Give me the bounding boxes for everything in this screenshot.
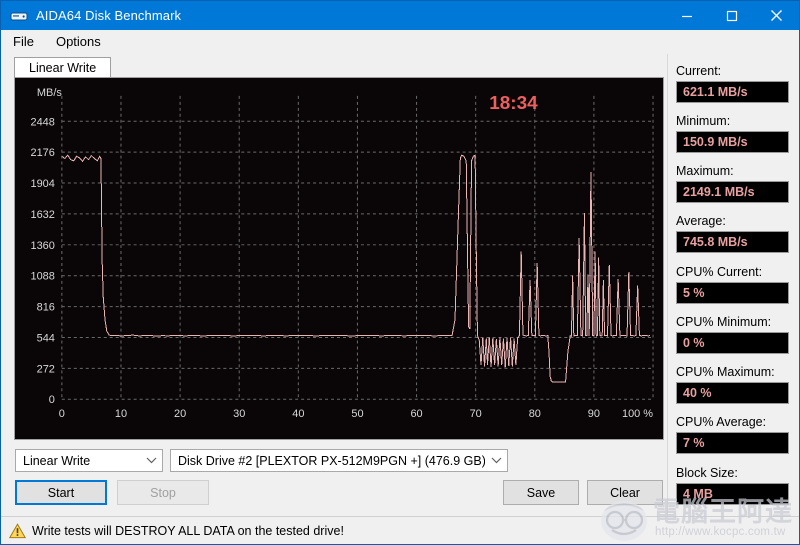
svg-text:0: 0 <box>59 408 65 420</box>
svg-text:90: 90 <box>588 408 600 420</box>
stat-current-box: 621.1 MB/s <box>676 81 789 103</box>
stat-cpu-minimum-box: 0 % <box>676 331 789 354</box>
menu-options[interactable]: Options <box>52 32 113 52</box>
start-button[interactable]: Start <box>15 480 107 505</box>
svg-text:MB/s: MB/s <box>37 87 62 99</box>
drive-select-value: Disk Drive #2 [PLEXTOR PX-512M9PGN +] (4… <box>178 453 486 468</box>
right-button-group: Save Clear <box>503 480 667 505</box>
svg-text:1632: 1632 <box>31 209 55 221</box>
svg-text:60: 60 <box>410 408 422 420</box>
stat-minimum: Minimum: 150.9 MB/s <box>676 114 789 162</box>
svg-text:2176: 2176 <box>31 147 55 159</box>
stat-cpu-current-box: 5 % <box>676 281 789 304</box>
svg-text:0: 0 <box>49 394 55 406</box>
svg-text:816: 816 <box>37 302 55 314</box>
svg-text:100 %: 100 % <box>622 408 653 420</box>
stat-cpu-current: CPU% Current: 5 % <box>676 265 789 313</box>
stat-cpu-average-box: 7 % <box>676 431 789 454</box>
watermark-url: http://www.kocpc.com.tw <box>655 526 786 538</box>
stat-current-label: Current: <box>676 64 722 78</box>
app-window: AIDA64 Disk Benchmark File Options Linea… <box>0 0 800 545</box>
stat-cpu-current-value: 5 % <box>683 285 705 300</box>
svg-text:2448: 2448 <box>31 116 55 128</box>
window-title: AIDA64 Disk Benchmark <box>36 8 182 23</box>
mode-select-value: Linear Write <box>23 453 91 468</box>
stat-cpu-maximum: CPU% Maximum: 40 % <box>676 365 789 413</box>
stat-average: Average: 745.8 MB/s <box>676 214 789 262</box>
stat-average-value: 745.8 MB/s <box>683 235 748 249</box>
stat-cpu-minimum: CPU% Minimum: 0 % <box>676 315 789 363</box>
svg-text:1904: 1904 <box>31 178 55 190</box>
stat-cpu-average: CPU% Average: 7 % <box>676 415 789 463</box>
stat-block-size-label: Block Size: <box>676 466 738 480</box>
benchmark-chart: 0 272 544 816 1088 1360 1632 1904 2176 2448 0 10 20… <box>14 77 664 440</box>
chart-canvas: 0 272 544 816 1088 1360 1632 1904 2176 2448 0 10 20… <box>15 78 663 439</box>
warning-icon <box>8 522 27 539</box>
stat-minimum-label: Minimum: <box>676 114 731 128</box>
stat-cpu-minimum-label: CPU% Minimum: <box>676 314 772 329</box>
stat-block-size-value: 4 MB <box>683 487 713 501</box>
svg-text:30: 30 <box>233 408 245 420</box>
maximize-icon[interactable] <box>709 1 754 30</box>
svg-text:50: 50 <box>351 408 363 420</box>
save-button[interactable]: Save <box>503 480 579 505</box>
status-message: Write tests will DESTROY ALL DATA on the… <box>32 523 344 538</box>
disk-icon <box>7 1 31 30</box>
stat-current-value: 621.1 MB/s <box>683 85 748 99</box>
chevron-down-icon <box>485 457 507 464</box>
mode-select[interactable]: Linear Write <box>15 449 163 472</box>
stat-maximum-box: 2149.1 MB/s <box>676 181 789 203</box>
drive-select[interactable]: Disk Drive #2 [PLEXTOR PX-512M9PGN +] (4… <box>170 449 508 472</box>
stat-maximum: Maximum: 2149.1 MB/s <box>676 164 789 212</box>
stat-cpu-current-label: CPU% Current: <box>676 264 763 279</box>
stat-cpu-maximum-label: CPU% Maximum: <box>676 364 775 379</box>
stat-cpu-average-label: CPU% Average: <box>676 414 767 429</box>
menu-bar: File Options <box>1 30 799 54</box>
stat-minimum-box: 150.9 MB/s <box>676 131 789 153</box>
title-bar: AIDA64 Disk Benchmark <box>1 1 799 30</box>
main-body: Linear Write 0 272 544 816 1088 1360 1632 1904 2… <box>1 54 799 516</box>
tab-strip: Linear Write <box>9 57 667 78</box>
chevron-down-icon <box>140 457 162 464</box>
stat-minimum-value: 150.9 MB/s <box>683 135 748 149</box>
stat-average-box: 745.8 MB/s <box>676 231 789 253</box>
svg-text:1360: 1360 <box>31 240 55 252</box>
selectors-row: Linear Write Disk Drive #2 [PLEXTOR PX-5… <box>15 449 667 472</box>
svg-text:18:34: 18:34 <box>489 93 538 114</box>
action-buttons-row: Start Stop Save Clear <box>15 480 667 505</box>
svg-text:40: 40 <box>292 408 304 420</box>
svg-text:1088: 1088 <box>31 271 55 283</box>
stats-panel: Current: 621.1 MB/s Minimum: 150.9 MB/s … <box>667 54 799 516</box>
stat-block-size: Block Size: 4 MB <box>676 466 789 514</box>
stat-maximum-value: 2149.1 MB/s <box>683 185 755 199</box>
svg-text:544: 544 <box>37 332 55 344</box>
status-bar: Write tests will DESTROY ALL DATA on the… <box>1 499 799 544</box>
tab-linear-write[interactable]: Linear Write <box>14 57 112 78</box>
stop-button: Stop <box>117 480 209 505</box>
stat-average-label: Average: <box>676 214 726 228</box>
stat-cpu-maximum-value: 40 % <box>683 385 712 400</box>
stat-cpu-minimum-value: 0 % <box>683 335 705 350</box>
clear-button[interactable]: Clear <box>587 480 663 505</box>
stat-maximum-label: Maximum: <box>676 164 734 178</box>
stat-block-size-box: 4 MB <box>676 483 789 505</box>
stat-cpu-maximum-box: 40 % <box>676 381 789 404</box>
menu-file[interactable]: File <box>9 32 46 52</box>
svg-text:272: 272 <box>37 363 55 375</box>
svg-text:70: 70 <box>470 408 482 420</box>
stat-current: Current: 621.1 MB/s <box>676 64 789 112</box>
close-icon[interactable] <box>754 1 799 30</box>
svg-text:10: 10 <box>115 408 127 420</box>
svg-text:20: 20 <box>174 408 186 420</box>
minimize-icon[interactable] <box>664 1 709 30</box>
svg-text:80: 80 <box>529 408 541 420</box>
chart-pane: Linear Write 0 272 544 816 1088 1360 1632 1904 2… <box>1 54 667 516</box>
stat-cpu-average-value: 7 % <box>683 435 705 450</box>
